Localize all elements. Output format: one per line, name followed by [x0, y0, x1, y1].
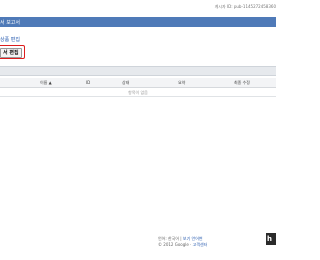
table-header-row: 이름 ▲ ID 상태 요약 최종 수정 — [0, 78, 276, 88]
footer-copyright: © 2012 Google · — [158, 242, 193, 247]
column-header-name[interactable]: 이름 ▲ — [40, 80, 52, 86]
publisher-page: 게시자 ID: pub-1145272458360 서 보고서 상품 편집 서 … — [0, 0, 276, 260]
column-header-id[interactable]: ID — [86, 80, 90, 85]
table-empty-row: 항목이 없음 — [0, 88, 276, 97]
footer-language-value: 한국어 — [167, 236, 180, 241]
footer-help-link[interactable]: 고객센터 — [193, 242, 208, 247]
section-title-bar: 서 보고서 — [0, 17, 276, 27]
edit-link[interactable]: 상품 편집 — [0, 36, 20, 43]
edit-button[interactable]: 서 편집 — [0, 48, 22, 58]
empty-message: 항목이 없음 — [128, 90, 148, 95]
column-header-last-modified[interactable]: 최종 수정 — [234, 80, 250, 86]
corner-badge: h — [266, 233, 276, 245]
footer-copyright-line: © 2012 Google · 고객센터 — [158, 242, 207, 248]
publisher-id-label: 게시자 ID: pub-1145272458360 — [214, 4, 276, 9]
footer: 언어: 한국어 | 보기 언어변 © 2012 Google · 고객센터 — [158, 236, 207, 248]
table-toolbar — [0, 66, 276, 76]
footer-language-link[interactable]: 보기 언어변 — [183, 236, 203, 241]
section-title: 서 보고서 — [0, 20, 20, 26]
column-header-status[interactable]: 상태 — [122, 80, 129, 86]
column-header-summary[interactable]: 요약 — [178, 80, 185, 86]
highlighted-action: 서 편집 — [0, 45, 25, 59]
footer-language-prefix: 언어: — [158, 236, 168, 241]
